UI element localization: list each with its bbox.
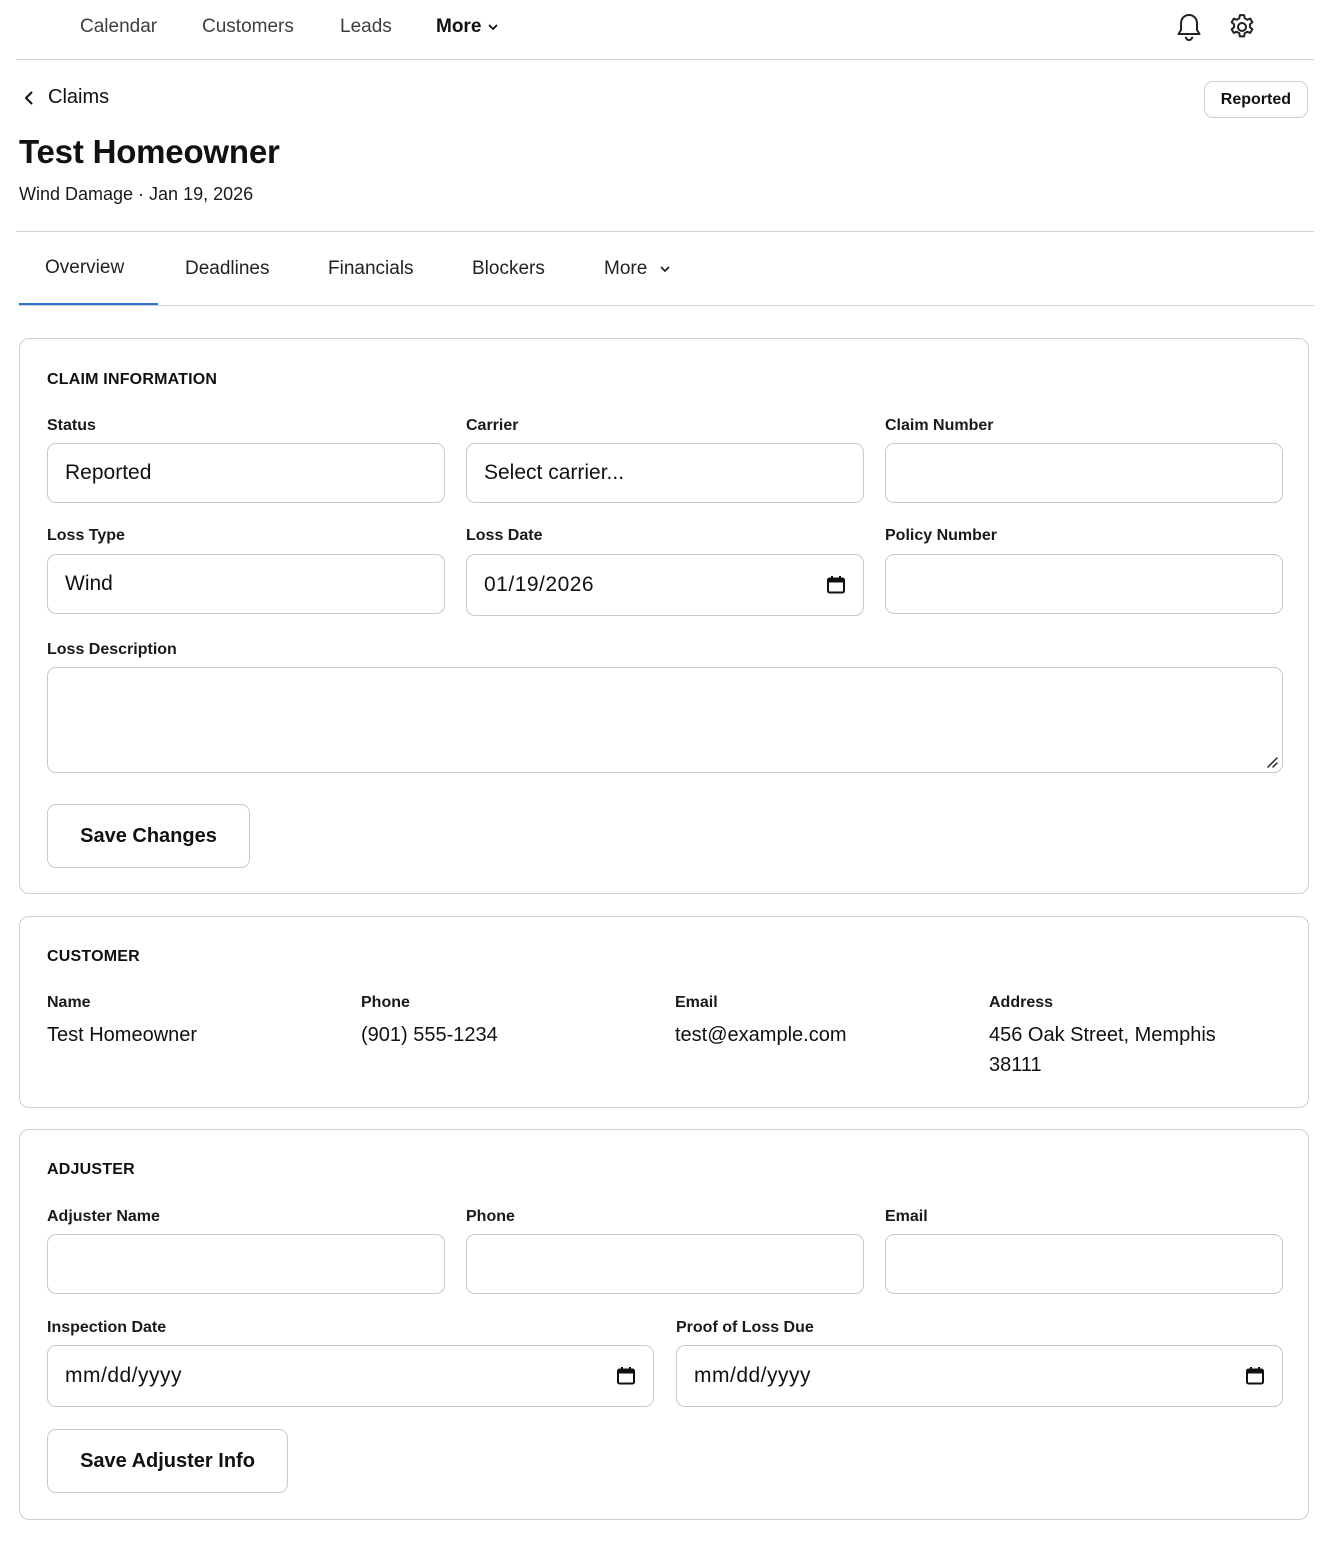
- policy-number-input[interactable]: [885, 554, 1283, 614]
- carrier-select[interactable]: Select carrier...: [466, 443, 864, 503]
- section-title: CLAIM INFORMATION: [47, 371, 218, 388]
- chevron-down-icon: [489, 24, 498, 30]
- adjuster-email-label: Email: [885, 1208, 928, 1225]
- calendar-icon[interactable]: [1245, 1366, 1265, 1386]
- gear-icon: [1230, 14, 1254, 38]
- tab-more-label: More: [604, 257, 648, 279]
- customer-address-line1: 456 Oak Street, Memphis: [989, 1024, 1216, 1046]
- customer-address-line2: 38111: [989, 1054, 1042, 1076]
- inspection-date-label: Inspection Date: [47, 1319, 167, 1336]
- adjuster-phone-label: Phone: [466, 1208, 515, 1225]
- loss-description-label: Loss Description: [47, 641, 177, 658]
- tab-financials[interactable]: Financials: [328, 232, 414, 305]
- adjuster-card: ADJUSTER Adjuster Name Phone Email Inspe…: [19, 1129, 1309, 1520]
- loss-type-select[interactable]: Wind: [47, 554, 445, 614]
- customer-address-label: Address: [989, 994, 1054, 1011]
- tab-more[interactable]: More: [604, 232, 671, 305]
- proof-of-loss-due-placeholder: mm/dd/yyyy: [694, 1364, 812, 1387]
- adjuster-name-label: Adjuster Name: [47, 1208, 160, 1225]
- customer-name-label: Name: [47, 994, 91, 1011]
- loss-date-label: Loss Date: [466, 527, 543, 544]
- tab-bar: Overview Deadlines Financials Blockers M…: [19, 232, 1314, 306]
- loss-date-input[interactable]: 01/19/2026: [466, 554, 864, 616]
- save-adjuster-info-button[interactable]: Save Adjuster Info: [47, 1429, 288, 1493]
- back-to-claims-link[interactable]: Claims: [22, 86, 109, 109]
- chevron-left-icon: [25, 91, 33, 104]
- proof-of-loss-due-label: Proof of Loss Due: [676, 1319, 814, 1336]
- policy-number-label: Policy Number: [885, 527, 998, 544]
- back-label: Claims: [48, 86, 110, 108]
- notifications-button[interactable]: [1173, 10, 1205, 44]
- section-title: ADJUSTER: [47, 1161, 135, 1178]
- customer-name-value: Test Homeowner: [47, 1024, 198, 1046]
- status-label: Status: [47, 417, 96, 434]
- adjuster-name-input[interactable]: [47, 1234, 445, 1294]
- page-title: Test Homeowner: [19, 133, 280, 170]
- tab-overview[interactable]: Overview: [19, 232, 158, 305]
- resize-handle-icon[interactable]: [1265, 755, 1279, 769]
- claim-number-label: Claim Number: [885, 417, 994, 434]
- proof-of-loss-due-input[interactable]: mm/dd/yyyy: [676, 1345, 1283, 1407]
- chevron-down-icon: [660, 266, 670, 272]
- inspection-date-input[interactable]: mm/dd/yyyy: [47, 1345, 654, 1407]
- settings-button[interactable]: [1226, 10, 1258, 44]
- customer-phone-label: Phone: [361, 994, 410, 1011]
- adjuster-phone-input[interactable]: [466, 1234, 864, 1294]
- nav-leads[interactable]: Leads: [340, 16, 392, 38]
- tab-blockers[interactable]: Blockers: [472, 232, 545, 305]
- section-title: CUSTOMER: [47, 948, 140, 965]
- claim-number-input[interactable]: [885, 443, 1283, 503]
- customer-email-value: test@example.com: [675, 1024, 847, 1046]
- calendar-icon[interactable]: [616, 1366, 636, 1386]
- customer-card: CUSTOMER Name Test Homeowner Phone (901)…: [19, 916, 1309, 1108]
- bell-icon: [1177, 14, 1201, 42]
- status-select[interactable]: Reported: [47, 443, 445, 503]
- loss-date-value: 01/19/2026: [484, 573, 595, 596]
- customer-email-label: Email: [675, 994, 718, 1011]
- customer-phone-value: (901) 555-1234: [361, 1024, 498, 1046]
- page-subtitle: Wind Damage · Jan 19, 2026: [19, 184, 254, 204]
- nav-more[interactable]: More: [436, 16, 499, 38]
- status-badge: Reported: [1203, 81, 1308, 118]
- loss-description-textarea[interactable]: [47, 667, 1283, 773]
- save-changes-button[interactable]: Save Changes: [47, 804, 250, 868]
- inspection-date-placeholder: mm/dd/yyyy: [65, 1364, 183, 1387]
- carrier-label: Carrier: [466, 417, 519, 434]
- top-nav: Calendar Customers Leads More: [16, 0, 1314, 60]
- nav-more-label: More: [436, 16, 482, 37]
- claim-information-card: CLAIM INFORMATION Status Reported Carrie…: [19, 338, 1309, 894]
- nav-customers[interactable]: Customers: [202, 16, 294, 38]
- adjuster-email-input[interactable]: [885, 1234, 1283, 1294]
- tab-deadlines[interactable]: Deadlines: [185, 232, 270, 305]
- loss-type-label: Loss Type: [47, 527, 125, 544]
- nav-calendar[interactable]: Calendar: [80, 16, 157, 38]
- calendar-icon[interactable]: [826, 575, 846, 595]
